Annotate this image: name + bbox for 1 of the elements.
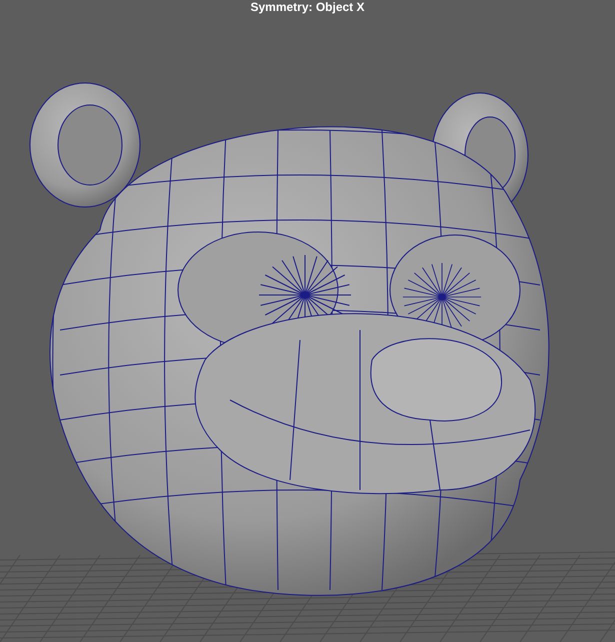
- viewport-heading: Symmetry: Object X: [250, 0, 365, 14]
